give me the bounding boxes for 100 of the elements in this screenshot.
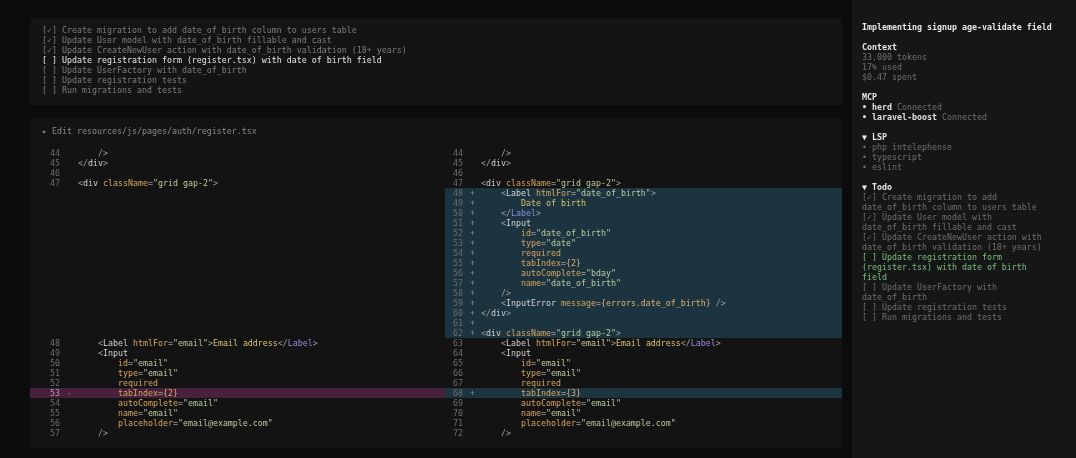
line-number: 55 (50, 408, 61, 418)
collapse-toggle[interactable]: ▸ (42, 126, 47, 136)
server-name: • herd (862, 102, 892, 112)
line-number: 51 (50, 368, 61, 378)
todo-item: [ ] Update UserFactory with date_of_birth (862, 282, 998, 302)
code-line: /> (499, 288, 511, 298)
diff-marker: + (470, 198, 475, 208)
line-number: 62 (453, 328, 464, 338)
diff-marker: + (470, 258, 475, 268)
line-number: 47 (50, 178, 61, 188)
code-line: tabIndex={3} (519, 388, 581, 398)
line-number: 56 (50, 418, 61, 428)
server-name: • laravel-boost (862, 112, 937, 122)
line-number: 54 (50, 398, 61, 408)
diff-marker: + (470, 308, 475, 318)
diff-marker: + (470, 318, 475, 328)
line-number: 50 (453, 208, 464, 218)
code-line: type="email" (116, 368, 178, 378)
diff-marker: - (67, 388, 72, 398)
code-line: <Input (96, 348, 128, 358)
diff-marker: + (470, 278, 475, 288)
todo-item: [ ] Run migrations and tests (42, 85, 183, 95)
line-number: 48 (453, 188, 464, 198)
line-number: 60 (453, 308, 464, 318)
code-line: <div className="grid gap-2"> (78, 178, 218, 188)
section-heading[interactable]: ▼ LSP (862, 132, 1066, 142)
line-number: 44 (453, 148, 464, 158)
line-number: 52 (50, 378, 61, 388)
line-number: 46 (50, 168, 61, 178)
code-line: <Label htmlFor="date_of_birth"> (499, 188, 656, 198)
section-heading: MCP (862, 92, 878, 102)
line-number: 66 (453, 368, 464, 378)
line-number: 67 (453, 378, 464, 388)
lsp-item: • php intelephense (862, 142, 953, 152)
file-title: Edit resources/js/pages/auth/register.tsx (52, 126, 257, 136)
code-line: /> (499, 428, 511, 438)
code-line: autoComplete="bday" (519, 268, 616, 278)
code-line: tabIndex={2} (116, 388, 178, 398)
section-heading[interactable]: ▼ Todo (862, 182, 1066, 192)
diff-marker: + (470, 188, 475, 198)
code-line: id="email" (116, 358, 168, 368)
code-line: <Input (499, 218, 531, 228)
line-number: 57 (50, 428, 61, 438)
server-status: Connected (941, 112, 987, 122)
context-stat: 17% used (862, 62, 903, 72)
code-line: required (116, 378, 158, 388)
line-number: 58 (453, 288, 464, 298)
line-number: 49 (453, 198, 464, 208)
todo-item: [✓] Create migration to add date_of_birth column to users table (862, 192, 1038, 212)
diff-marker: + (470, 238, 475, 248)
session-title: Implementing signup age-validate field (862, 22, 1053, 32)
code-line: type="date" (519, 238, 576, 248)
code-line: placeholder="email@example.com" (519, 418, 676, 428)
line-number: 45 (50, 158, 61, 168)
code-line: name="email" (116, 408, 178, 418)
line-number: 65 (453, 358, 464, 368)
context-stat: $0.47 spent (862, 72, 918, 82)
line-number: 61 (453, 318, 464, 328)
todo-item: [✓] Update CreateNewUser action with date_of_birth validation (18+ years) (42, 45, 408, 55)
diff-marker: + (470, 228, 475, 238)
diff-marker: + (470, 248, 475, 258)
line-number: 44 (50, 148, 61, 158)
todo-item: [ ] Run migrations and tests (862, 312, 1003, 322)
code-line: autoComplete="email" (519, 398, 621, 408)
todo-item: [✓] Update CreateNewUser action with date_of_birth validation (18+ years) (862, 232, 1043, 252)
diff-marker: + (470, 298, 475, 308)
code-line: id="email" (519, 358, 571, 368)
line-number: 48 (50, 338, 61, 348)
code-line: <Input (499, 348, 531, 358)
code-line: <div className="grid gap-2"> (481, 178, 621, 188)
todo-item: [ ] Update registration tests (862, 302, 1008, 312)
code-line: <Label htmlFor="email">Email address</Label> (499, 338, 721, 348)
line-number: 53 (453, 238, 464, 248)
code-line: </div> (78, 158, 108, 168)
line-number: 72 (453, 428, 464, 438)
line-number: 53 (50, 388, 61, 398)
line-number: 57 (453, 278, 464, 288)
code-line: </div> (481, 158, 511, 168)
todo-item: [ ] Update registration form (register.tsx) with date of birth field (862, 252, 1028, 282)
todo-item: [ ] Update UserFactory with date_of_birth (42, 65, 248, 75)
line-number: 52 (453, 228, 464, 238)
diff-marker: + (470, 388, 475, 398)
code-line: </div> (481, 308, 511, 318)
diff-marker: + (470, 218, 475, 228)
todo-item: [✓] Create migration to add date_of_birth column to users table (42, 25, 358, 35)
diff-marker: + (470, 268, 475, 278)
line-number: 46 (453, 168, 464, 178)
line-number: 64 (453, 348, 464, 358)
code-line: /> (96, 148, 108, 158)
code-line: </Label> (499, 208, 541, 218)
code-line: <div className="grid gap-2"> (481, 328, 621, 338)
code-line: <InputError message={errors.date_of_birth} /> (499, 298, 726, 308)
line-number: 49 (50, 348, 61, 358)
code-line: name="email" (519, 408, 581, 418)
code-line: /> (499, 148, 511, 158)
todo-item: [ ] Update registration form (register.tsx) with date of birth field (42, 55, 383, 65)
diff-marker: + (470, 328, 475, 338)
line-number: 47 (453, 178, 464, 188)
code-line: tabIndex={2} (519, 258, 581, 268)
code-line: autoComplete="email" (116, 398, 218, 408)
